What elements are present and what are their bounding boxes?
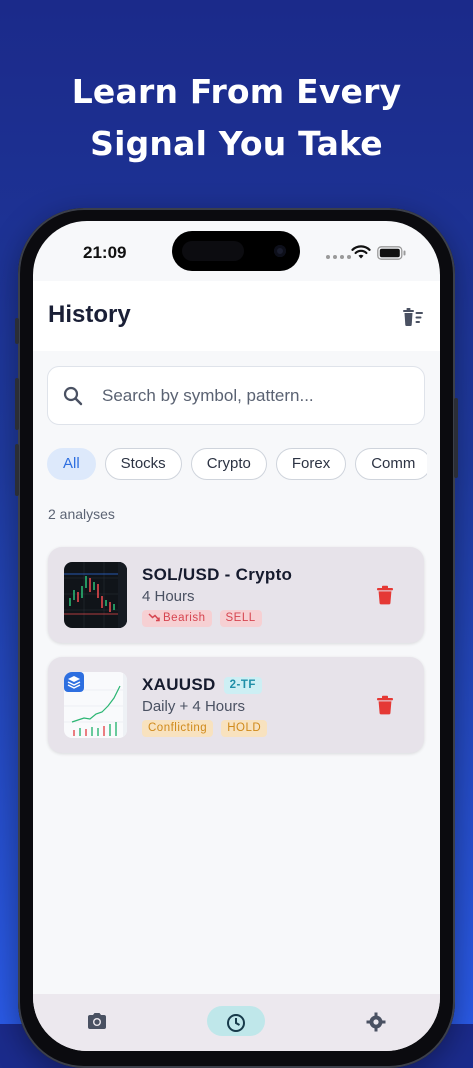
delete-icon[interactable] — [376, 695, 394, 715]
filter-chip-stocks[interactable]: Stocks — [104, 448, 182, 480]
chart-thumbnail — [64, 672, 127, 738]
analysis-badges: Conflicting HOLD — [142, 720, 268, 737]
analysis-count: 2 analyses — [48, 506, 115, 522]
signal-badge: SELL — [219, 610, 262, 627]
headline-line-2: Signal You Take — [90, 124, 383, 163]
phone-volume-up — [15, 378, 19, 430]
camera-icon[interactable] — [86, 1012, 108, 1030]
analysis-timeframe: Daily + 4 Hours — [142, 698, 245, 715]
filter-chip-all[interactable]: All — [47, 448, 96, 480]
analysis-badges: Bearish SELL — [142, 610, 262, 627]
timeframe-count-badge: 2-TF — [223, 677, 262, 694]
trend-down-icon — [148, 613, 160, 622]
filter-chips: All Stocks Crypto Forex Comm — [47, 448, 427, 482]
gear-icon[interactable] — [366, 1012, 386, 1032]
signal-badge: HOLD — [221, 720, 268, 737]
phone-action-button — [15, 318, 19, 344]
battery-icon — [377, 246, 406, 260]
dynamic-island — [172, 231, 300, 271]
status-time: 21:09 — [83, 243, 127, 262]
analysis-card-sol-usd[interactable]: SOL/USD - Crypto 4 Hours Bearish SELL — [48, 547, 424, 643]
marketing-headline: Learn From Every Signal You Take — [0, 66, 473, 170]
search-icon — [63, 386, 83, 406]
analysis-title: XAUUSD 2-TF — [142, 675, 262, 695]
history-icon — [227, 1014, 245, 1032]
tab-history-active[interactable] — [207, 1006, 265, 1036]
cellular-signal-icon — [326, 255, 351, 259]
search-box — [47, 366, 425, 425]
app-screen: 21:09 History All Stocks — [33, 221, 440, 1051]
phone-volume-down — [15, 444, 19, 496]
app-header: History — [33, 281, 440, 351]
trend-label: Bearish — [163, 612, 206, 624]
clear-history-icon[interactable] — [401, 305, 425, 329]
filter-chip-crypto[interactable]: Crypto — [190, 448, 267, 480]
analysis-timeframe: 4 Hours — [142, 588, 195, 605]
phone-power-button — [454, 398, 458, 478]
front-camera — [274, 245, 286, 257]
island-sensor — [182, 241, 244, 261]
trend-badge: Bearish — [142, 610, 212, 627]
page-title: History — [48, 301, 131, 328]
filter-chip-forex[interactable]: Forex — [275, 448, 347, 480]
wifi-icon — [351, 245, 371, 259]
delete-icon[interactable] — [376, 585, 394, 605]
analysis-symbol: XAUUSD — [142, 675, 216, 694]
bottom-tab-bar — [33, 994, 440, 1051]
analysis-card-xauusd[interactable]: XAUUSD 2-TF Daily + 4 Hours Conflicting H… — [48, 657, 424, 753]
filter-chip-commodities[interactable]: Comm — [355, 448, 427, 480]
headline-line-1: Learn From Every — [71, 72, 402, 111]
search-input[interactable] — [100, 382, 404, 410]
trend-badge: Conflicting — [142, 720, 214, 737]
analysis-title: SOL/USD - Crypto — [142, 565, 293, 584]
chart-thumbnail — [64, 562, 127, 628]
